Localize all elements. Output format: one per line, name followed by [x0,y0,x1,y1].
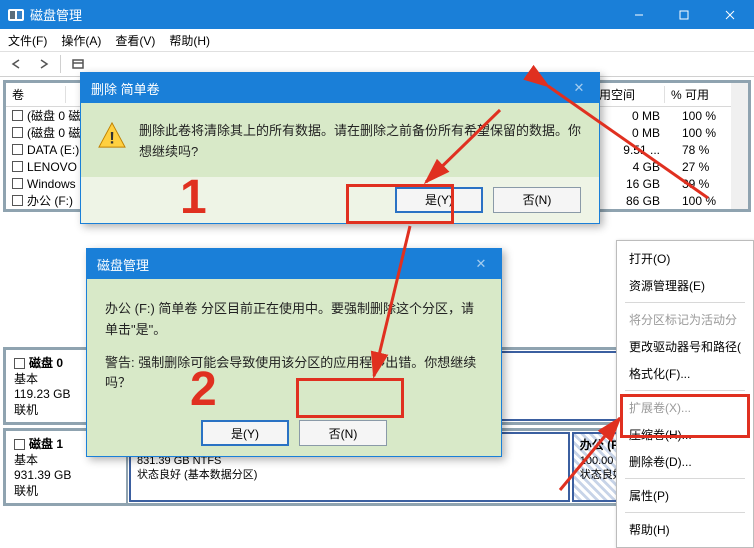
no-button[interactable]: 否(N) [493,187,581,213]
ctx-delete[interactable]: 删除卷(D)... [617,448,753,475]
back-button[interactable] [6,54,28,74]
menu-view[interactable]: 查看(V) [115,32,155,49]
forward-button[interactable] [32,54,54,74]
dialog-title: 删除 简单卷 [91,79,160,98]
svg-text:!: ! [109,128,115,147]
ctx-open[interactable]: 打开(O) [617,245,753,272]
views-button[interactable] [67,54,89,74]
warning-icon: ! [97,121,127,149]
col-pct[interactable]: % 可用 [665,86,731,103]
delete-volume-dialog: 删除 简单卷 ✕ ! 删除此卷将清除其上的所有数据。请在删除之前备份所有希望保留… [80,72,600,224]
ctx-extend: 扩展卷(X)... [617,394,753,421]
ctx-format[interactable]: 格式化(F)... [617,360,753,387]
disk-mgmt-dialog: 磁盘管理 ✕ 办公 (F:) 简单卷 分区目前正在使用中。要强制删除这个分区，请… [86,248,502,457]
titlebar: 磁盘管理 [0,0,754,29]
ctx-change-drive[interactable]: 更改驱动器号和路径( [617,333,753,360]
close-button[interactable] [706,0,754,29]
ctx-shrink[interactable]: 压缩卷(H)... [617,421,753,448]
dialog-message: 删除此卷将清除其上的所有数据。请在删除之前备份所有希望保留的数据。你想继续吗? [139,121,583,163]
dialog-close-icon[interactable]: ✕ [461,256,501,272]
dialog-message-2: 警告: 强制删除可能会导致使用该分区的应用程序出错。你想继续吗？ [105,353,483,395]
col-space[interactable]: 用空间 [593,86,665,103]
window-title: 磁盘管理 [30,5,616,24]
scrollbar[interactable] [731,83,748,209]
no-button[interactable]: 否(N) [299,420,387,446]
minimize-button[interactable] [616,0,661,29]
col-volume[interactable]: 卷 [6,86,66,103]
yes-button[interactable]: 是(Y) [395,187,483,213]
dialog-title: 磁盘管理 [97,255,149,274]
maximize-button[interactable] [661,0,706,29]
disk-mgmt-icon [8,9,24,21]
ctx-help[interactable]: 帮助(H) [617,516,753,543]
ctx-properties[interactable]: 属性(P) [617,482,753,509]
menu-help[interactable]: 帮助(H) [169,32,210,49]
volume-context-menu: 打开(O) 资源管理器(E) 将分区标记为活动分 更改驱动器号和路径( 格式化(… [616,240,754,548]
ctx-explorer[interactable]: 资源管理器(E) [617,272,753,299]
ctx-mark-active: 将分区标记为活动分 [617,306,753,333]
dialog-message-1: 办公 (F:) 简单卷 分区目前正在使用中。要强制删除这个分区，请单击"是"。 [105,299,483,341]
menubar: 文件(F) 操作(A) 查看(V) 帮助(H) [0,29,754,51]
yes-button[interactable]: 是(Y) [201,420,289,446]
menu-action[interactable]: 操作(A) [61,32,101,49]
dialog-close-icon[interactable]: ✕ [559,80,599,96]
menu-file[interactable]: 文件(F) [8,32,47,49]
